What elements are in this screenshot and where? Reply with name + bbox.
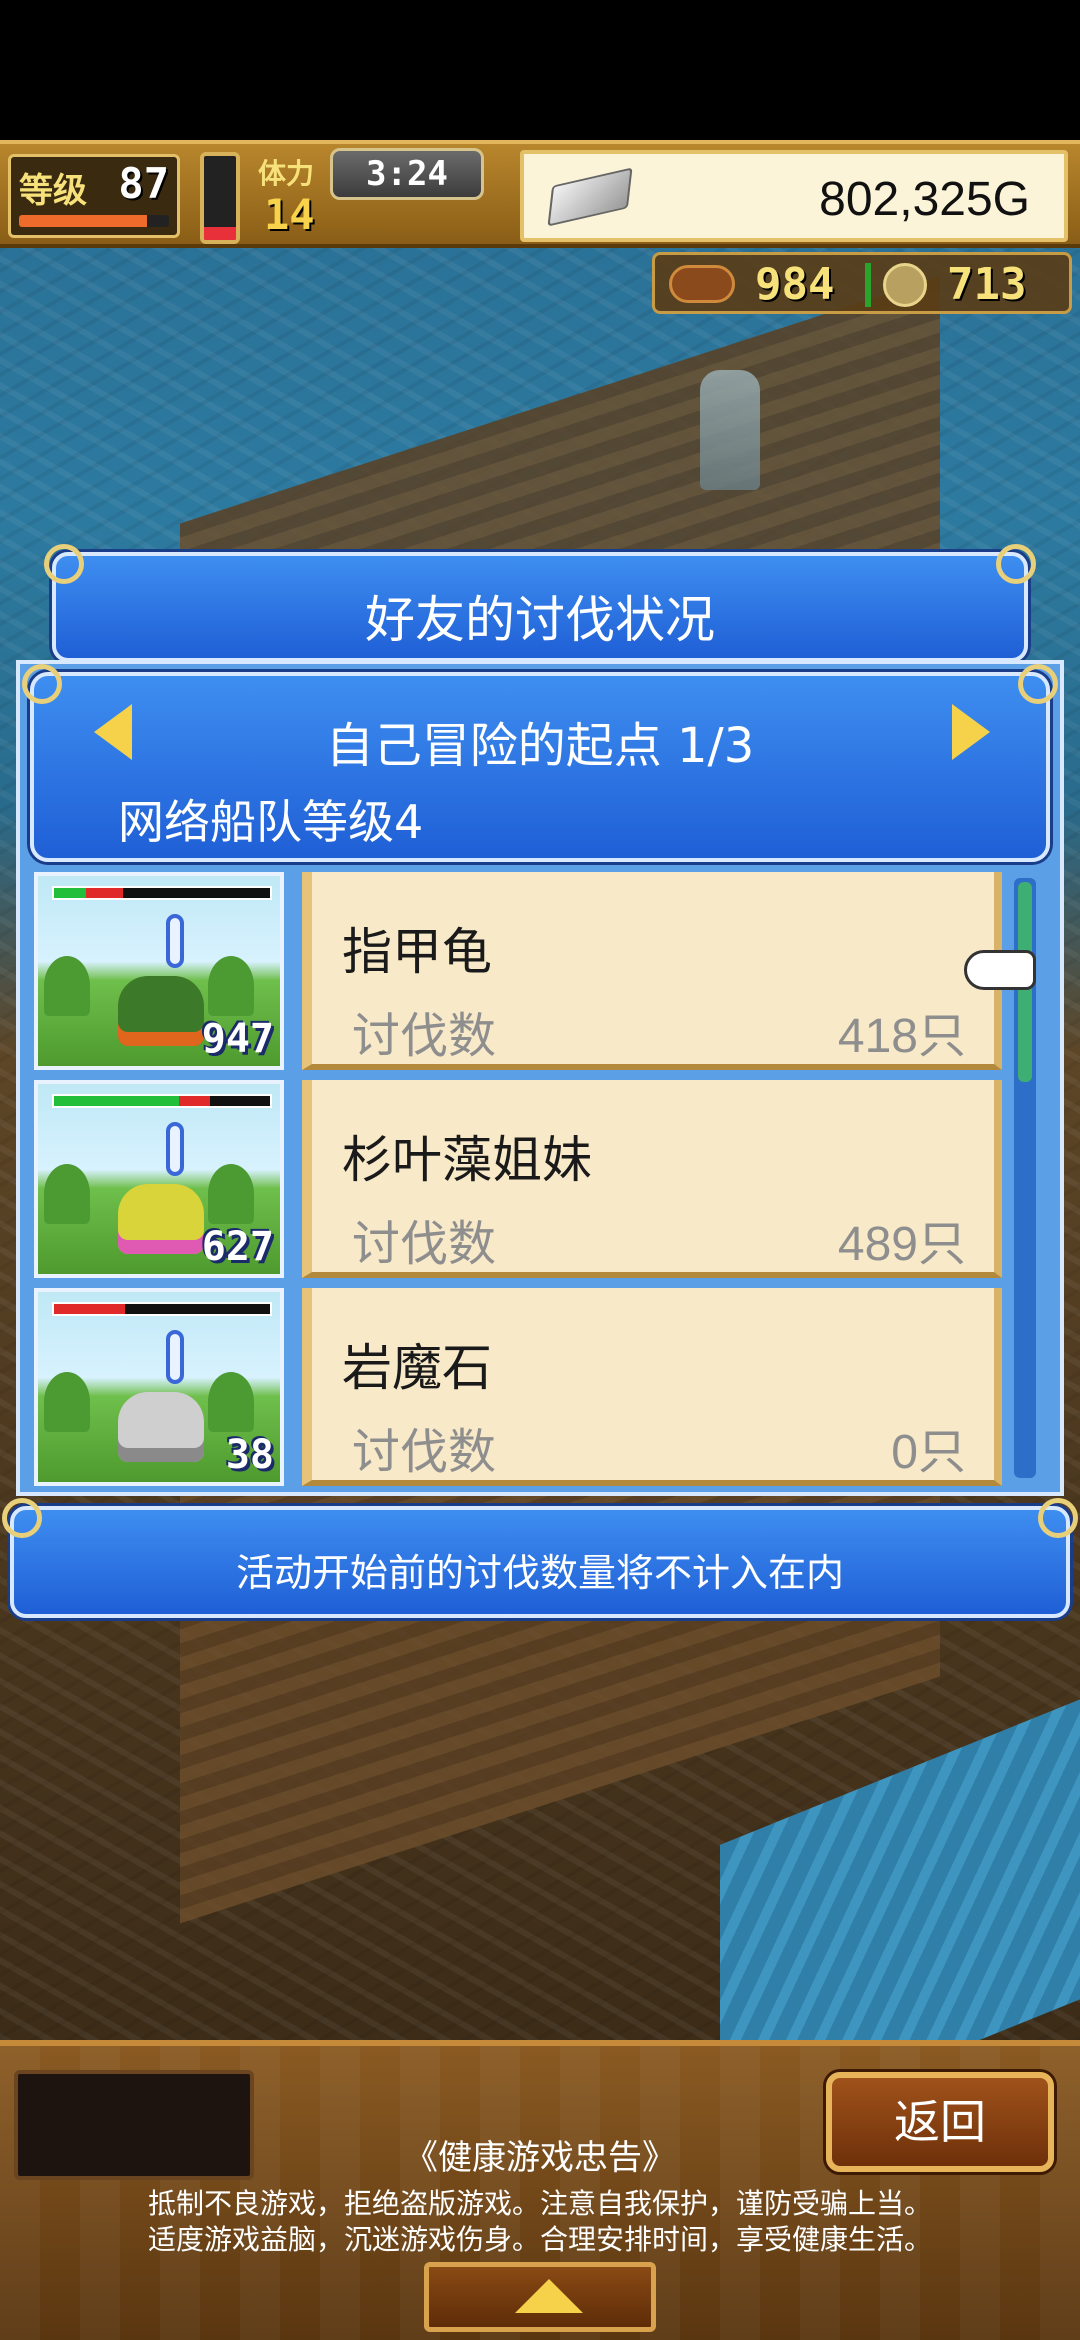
coin-value: 713 [947,259,1027,310]
hp-bar [52,886,272,900]
kills-value: 0只 [891,1426,966,1479]
hp-bar-red [179,1096,210,1106]
pointing-hand-icon [964,950,1036,990]
ornament-corner [1038,1498,1078,1538]
ornament-corner [22,664,62,704]
up-arrow-icon [515,2279,583,2313]
monster-level: 38 [225,1432,274,1478]
tree-decoration [208,1164,254,1224]
monster-card: 杉叶藻姐妹 讨伐数 489只 [302,1080,1002,1278]
stamina-gauge [200,152,240,244]
gold-value: 802,325G [819,173,1030,226]
level-value: 87 [118,159,169,208]
monster-level: 947 [201,1016,274,1062]
level-panel: 等级 87 [8,154,180,238]
hp-bar-red [86,888,124,898]
hp-bar [52,1094,272,1108]
meat-icon [669,265,735,303]
advisory-title: 《健康游戏忠告》 [404,2138,676,2178]
monster-thumbnail: 947 [34,872,284,1070]
monster-card: 指甲龟 讨伐数 418只 [302,872,1002,1070]
stage-header: 自己冒险的起点 1/3 网络船队等级4 [22,664,1058,862]
bottom-bar: 返回 《健康游戏忠告》 抵制不良游戏，拒绝盗版游戏。注意自我保护，谨防受骗上当。… [0,2040,1080,2340]
kills-value: 418只 [837,1010,966,1063]
monster-sprite [118,1184,204,1254]
kills-label: 讨伐数 [352,1216,497,1272]
dialog-title-bar: 好友的讨伐状况 [44,544,1036,662]
kills-label: 讨伐数 [352,1424,497,1480]
fleet-level: 网络船队等级4 [118,795,424,849]
kills-label: 讨伐数 [352,1008,497,1064]
tree-decoration [44,1372,90,1432]
stamina-value: 14 [264,190,315,239]
notice-bar: 活动开始前的讨伐数量将不计入在内 [2,1498,1078,1618]
monster-sprite [118,1392,204,1462]
hp-bar-green [54,888,87,898]
monster-thumbnail: 38 [34,1288,284,1486]
monster-sprite [118,976,204,1046]
meat-value: 984 [755,259,835,310]
monster-name: 岩魔石 [342,1339,492,1397]
monster-list[interactable]: 947 指甲龟 讨伐数 418只 627 杉叶藻姐妹 讨伐数 489只 38 岩… [30,872,1030,1486]
monster-row[interactable]: 627 杉叶藻姐妹 讨伐数 489只 [30,1080,1030,1278]
level-exp-bar [19,215,169,227]
exclamation-icon [166,1330,184,1384]
stamina-label: 体力 [258,157,315,190]
ornament-corner [2,1498,42,1538]
level-exp-fill [19,215,147,227]
monster-row[interactable]: 947 指甲龟 讨伐数 418只 [30,872,1030,1070]
monster-name: 杉叶藻姐妹 [342,1131,592,1189]
monster-card: 岩魔石 讨伐数 0只 [302,1288,1002,1486]
medal-coin-icon [883,263,927,307]
exclamation-icon [166,914,184,968]
advisory-line-1: 抵制不良游戏，拒绝盗版游戏。注意自我保护，谨防受骗上当。 [147,2187,932,2220]
tree-decoration [208,956,254,1016]
tree-decoration [44,1164,90,1224]
silver-ingot-icon [547,167,633,227]
top-hud: 等级 87 体力 14 3:24 802,325G [0,140,1080,248]
dialog-title: 好友的讨伐状况 [365,591,715,649]
arrow-right-icon[interactable] [952,704,990,760]
stamina-timer: 3:24 [330,148,484,200]
monster-row[interactable]: 38 岩魔石 讨伐数 0只 [30,1288,1030,1486]
hp-bar [52,1302,272,1316]
ornament-corner [44,544,84,584]
hp-bar-green [54,1096,180,1106]
expand-menu-button[interactable] [424,2262,656,2332]
monster-level: 627 [201,1224,274,1270]
tree-decoration [208,1372,254,1432]
lamp-post [700,370,760,490]
monster-thumbnail: 627 [34,1080,284,1278]
resource-divider [865,263,871,307]
notice-text: 活动开始前的讨伐数量将不计入在内 [235,1551,844,1595]
kills-value: 489只 [837,1218,966,1271]
advisory-line-2: 适度游戏益脑，沉迷游戏伤身。合理安排时间，享受健康生活。 [147,2223,932,2256]
exclamation-icon [166,1122,184,1176]
gold-panel: 802,325G [520,150,1068,242]
ornament-corner [1018,664,1058,704]
tree-decoration [44,956,90,1016]
level-label: 等级 [19,171,87,211]
ornament-corner [996,544,1036,584]
hp-bar-red [54,1304,126,1314]
stage-title: 自己冒险的起点 1/3 [325,718,755,774]
resource-bar: 984 713 [652,252,1072,314]
stamina-fill [204,227,236,240]
monster-name: 指甲龟 [342,923,492,981]
